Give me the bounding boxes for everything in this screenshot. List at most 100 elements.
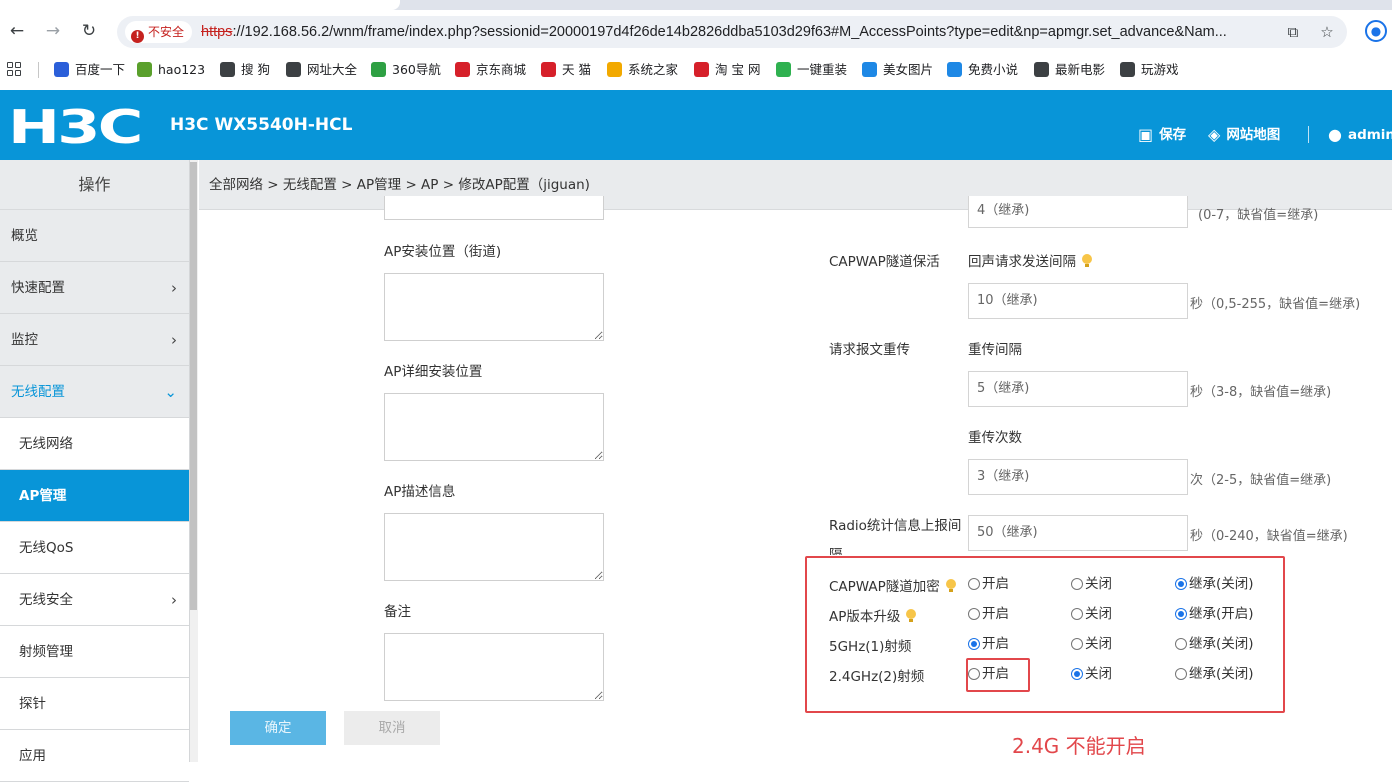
retrans-count-hint: 次（2-5，缺省值=继承) [1190, 473, 1332, 488]
globe-icon [1034, 62, 1049, 77]
radio-stats-label-wrap: 隔 [829, 547, 843, 555]
bookmark-item[interactable]: 天 猫 [541, 60, 591, 80]
sidebar-item-4[interactable]: 无线网络 [0, 418, 189, 470]
sidebar-item-8[interactable]: 射频管理 [0, 626, 189, 678]
browser-tab-strip [0, 0, 1392, 10]
sidebar-item-0[interactable]: 概览 [0, 210, 189, 262]
globe-icon [1120, 62, 1135, 77]
sidebar-item-3[interactable]: 无线配置 ⌄ [0, 366, 189, 418]
top-value-input[interactable]: 4（继承) [968, 196, 1188, 228]
bookmark-item[interactable]: 百度一下 [54, 60, 125, 80]
jd-icon [455, 62, 470, 77]
lightbulb-icon[interactable] [1082, 254, 1092, 268]
windows-icon [607, 62, 622, 77]
forward-arrow-icon[interactable]: → [42, 20, 64, 42]
baidu-icon [54, 62, 69, 77]
echo-interval-input[interactable]: 10（继承) [968, 283, 1188, 319]
sidebar-item-5[interactable]: AP管理 [0, 470, 189, 522]
sidebar-item-7[interactable]: 无线安全 › [0, 574, 189, 626]
url-text[interactable]: https://192.168.56.2/wnm/frame/index.php… [201, 16, 1276, 48]
bookmark-item[interactable]: 免费小说 [947, 60, 1018, 80]
ok-button[interactable]: 确定 [230, 711, 326, 745]
chevron-right-icon: › [171, 591, 177, 609]
top-value-hint: (0-7，缺省值=继承) [1198, 208, 1319, 223]
retrans-interval-input[interactable]: 5（继承) [968, 371, 1188, 407]
sidebar-item-9[interactable]: 探针 [0, 678, 189, 730]
keepalive-label: CAPWAP隧道保活 [829, 254, 940, 270]
retrans-count-input[interactable]: 3（继承) [968, 459, 1188, 495]
save-button[interactable]: ▣ 保存 [1138, 126, 1186, 144]
highlight-box-small [966, 658, 1030, 692]
echo-interval-hint: 秒（0,5-255，缺省值=继承) [1190, 297, 1361, 312]
device-name: H3C WX5540H-HCL [170, 115, 353, 135]
chevron-right-icon: › [171, 331, 177, 349]
bookmarks-bar: 百度一下 hao123 搜 狗网址大全 360导航 京东商城天 猫系统之家淘 宝 网一键… [0, 54, 1392, 86]
chevron-down-icon: ⌄ [164, 383, 177, 401]
radio-stats-input[interactable]: 50（继承) [968, 515, 1188, 551]
bookmark-item[interactable]: 系统之家 [607, 60, 678, 80]
bookmark-item[interactable]: 网址大全 [286, 60, 357, 80]
breadcrumb: 全部网络 > 无线配置 > AP管理 > AP > 修改AP配置（jiguan) [199, 160, 1392, 210]
bookmark-item[interactable]: 京东商城 [455, 60, 526, 80]
sidebar: 操作 概览 快速配置 › 监控 › 无线配置 ⌄ 无线网络 AP管理 无线QoS 无线安全 › 射频管理… [0, 160, 190, 782]
ie-icon [862, 62, 877, 77]
bookmarks-separator [38, 62, 39, 78]
annotation-text: 2.4G 不能开启 [1012, 734, 1146, 758]
360-icon [371, 62, 386, 77]
insecure-badge[interactable]: ! 不安全 [125, 21, 193, 43]
user-menu[interactable]: ● admin [1328, 126, 1392, 144]
jd-icon [541, 62, 556, 77]
chevron-right-icon: › [171, 279, 177, 297]
app-header: H3C H3C WX5540H-HCL ▣ 保存 ◈ 网站地图 ● admin [0, 90, 1392, 160]
header-separator [1308, 126, 1309, 143]
bookmark-item[interactable]: 最新电影 [1034, 60, 1105, 80]
translate-icon[interactable]: ⧉ [1283, 22, 1303, 42]
sidebar-item-10[interactable]: 应用 [0, 730, 189, 782]
remark-textarea[interactable] [384, 633, 604, 701]
description-textarea[interactable] [384, 513, 604, 581]
sidebar-item-6[interactable]: 无线QoS [0, 522, 189, 574]
radio-stats-hint: 秒（0-240，缺省值=继承) [1190, 529, 1348, 544]
bookmark-item[interactable]: 玩游戏 [1120, 60, 1179, 80]
reinstall-icon [776, 62, 791, 77]
reload-icon[interactable]: ↻ [78, 20, 100, 42]
remark-label: 备注 [384, 604, 411, 620]
apps-grid-icon[interactable] [7, 62, 22, 77]
globe-icon [220, 62, 235, 77]
save-icon: ▣ [1138, 125, 1154, 144]
back-arrow-icon[interactable]: ← [6, 20, 28, 42]
retrans-interval-hint: 秒（3-8，缺省值=继承) [1190, 385, 1332, 400]
sitemap-button[interactable]: ◈ 网站地图 [1208, 126, 1280, 144]
sidebar-scrollbar-thumb[interactable] [190, 162, 197, 610]
prev-textarea[interactable] [384, 196, 604, 220]
address-bar[interactable]: ! 不安全 https://192.168.56.2/wnm/frame/inde… [117, 16, 1347, 48]
bookmark-item[interactable]: 360导航 [371, 60, 441, 80]
echo-interval-label: 回声请求发送间隔 [968, 250, 1092, 270]
detail-location-textarea[interactable] [384, 393, 604, 461]
profile-icon[interactable]: ● [1365, 20, 1387, 42]
active-tab-edge [0, 0, 400, 10]
h3c-logo: H3C [8, 100, 143, 154]
sidebar-item-1[interactable]: 快速配置 › [0, 262, 189, 314]
bookmark-star-icon[interactable]: ☆ [1317, 22, 1337, 42]
retrans-interval-label: 重传间隔 [968, 342, 1022, 358]
ie-icon [947, 62, 962, 77]
description-label: AP描述信息 [384, 484, 456, 500]
highlight-box [805, 556, 1285, 713]
street-textarea[interactable] [384, 273, 604, 341]
bookmark-item[interactable]: 美女图片 [862, 60, 933, 80]
sidebar-item-2[interactable]: 监控 › [0, 314, 189, 366]
bookmark-item[interactable]: 一键重装 [776, 60, 847, 80]
hao123-icon [137, 62, 152, 77]
bookmark-item[interactable]: 搜 狗 [220, 60, 270, 80]
globe-icon [286, 62, 301, 77]
sidebar-title: 操作 [0, 160, 189, 210]
bookmark-item[interactable]: hao123 [137, 60, 205, 80]
detail-location-label: AP详细安装位置 [384, 364, 483, 380]
cancel-button[interactable]: 取消 [344, 711, 440, 745]
warning-icon: ! [131, 30, 144, 43]
bookmark-item[interactable]: 淘 宝 网 [694, 60, 760, 80]
retrans-count-label: 重传次数 [968, 430, 1022, 446]
street-label: AP安装位置（街道) [384, 244, 502, 260]
jd-icon [694, 62, 709, 77]
